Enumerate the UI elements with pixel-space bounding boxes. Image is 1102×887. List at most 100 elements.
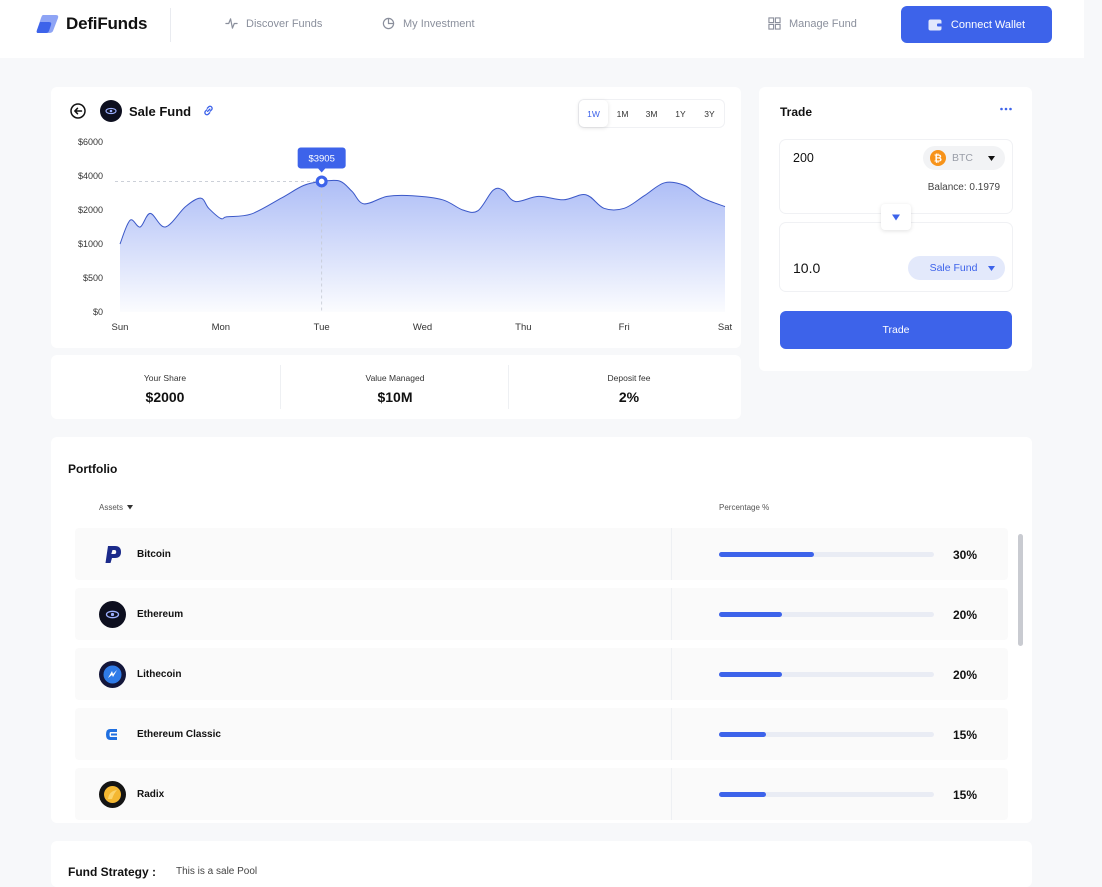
fund-strategy-card: Fund Strategy : This is a sale Pool bbox=[51, 841, 1032, 887]
arrow-down-icon bbox=[892, 214, 900, 220]
y-tick-label: $6000 bbox=[78, 137, 103, 147]
percent-bar bbox=[719, 552, 934, 557]
asset-row-radix[interactable]: Radix 15% bbox=[75, 768, 1008, 820]
connect-wallet-button[interactable]: Connect Wallet bbox=[901, 6, 1052, 43]
asset-percent: 20% bbox=[953, 608, 978, 622]
asset-row-lithecoin[interactable]: Lithecoin 20% bbox=[75, 648, 1008, 700]
asset-percent: 30% bbox=[953, 548, 978, 562]
x-tick-label: Tue bbox=[314, 322, 330, 333]
row-divider bbox=[671, 768, 672, 820]
grid-icon bbox=[768, 17, 781, 30]
price-chart[interactable]: $0 $500 $1000 $2000 $4000 $6000 Sun Mon Tue Wed Th… bbox=[51, 87, 741, 348]
row-divider bbox=[671, 708, 672, 760]
y-tick-label: $500 bbox=[83, 273, 103, 283]
x-tick-label: Sun bbox=[112, 322, 129, 333]
row-divider bbox=[671, 528, 672, 580]
stat-label: Deposit fee bbox=[607, 373, 651, 383]
svg-text:₿: ₿ bbox=[934, 153, 942, 165]
caret-down-icon bbox=[988, 266, 995, 271]
bitcoin-p-icon bbox=[105, 546, 121, 563]
y-tick-label: $4000 bbox=[78, 171, 103, 181]
x-tick-label: Sat bbox=[718, 322, 733, 333]
more-dots-icon[interactable] bbox=[999, 105, 1013, 113]
pie-chart-icon bbox=[382, 17, 395, 30]
percent-bar bbox=[719, 672, 934, 677]
nav-divider bbox=[170, 8, 171, 42]
fund-stats: Your Share $2000 Value Managed $10M Depo… bbox=[51, 355, 741, 419]
stat-value-managed: Value Managed $10M bbox=[281, 355, 509, 419]
lithecoin-icon bbox=[99, 661, 126, 688]
stat-label: Value Managed bbox=[365, 373, 425, 383]
nav-my-investment[interactable]: My Investment bbox=[382, 17, 475, 30]
portfolio-title: Portfolio bbox=[68, 462, 118, 476]
ethereum-icon bbox=[99, 601, 126, 628]
tooltip-label: $3905 bbox=[308, 153, 334, 164]
asset-row-bitcoin[interactable]: Bitcoin 30% bbox=[75, 528, 1008, 580]
stat-value: $2000 bbox=[145, 389, 185, 405]
x-tick-label: Fri bbox=[619, 322, 630, 333]
assets-column-header[interactable]: Assets bbox=[99, 503, 134, 512]
assets-column-label: Assets bbox=[99, 503, 124, 512]
asset-row-ethereum-classic[interactable]: Ethereum Classic 15% bbox=[75, 708, 1008, 760]
asset-name: Ethereum bbox=[137, 609, 184, 620]
portfolio-scrollbar[interactable] bbox=[1018, 534, 1023, 646]
activity-icon bbox=[225, 18, 238, 29]
stat-value: 2% bbox=[618, 389, 640, 405]
nav-link-label: My Investment bbox=[403, 17, 475, 30]
y-tick-label: $1000 bbox=[78, 239, 103, 249]
tooltip-arrow bbox=[317, 167, 326, 173]
nav-discover-funds[interactable]: Discover Funds bbox=[225, 17, 322, 30]
wallet-icon bbox=[928, 19, 942, 30]
strategy-text: This is a sale Pool bbox=[176, 866, 258, 877]
caret-down-icon bbox=[988, 155, 995, 161]
radix-icon bbox=[99, 781, 126, 808]
to-amount-input[interactable] bbox=[793, 260, 893, 276]
nav-manage-fund[interactable]: Manage Fund bbox=[768, 17, 857, 30]
asset-name: Radix bbox=[137, 789, 165, 800]
stat-your-share: Your Share $2000 bbox=[51, 355, 279, 419]
highlight-point-inner bbox=[318, 178, 325, 185]
from-token-label: BTC bbox=[952, 152, 973, 164]
from-amount-input[interactable] bbox=[793, 151, 893, 165]
sort-caret-icon bbox=[127, 505, 134, 510]
chart-card: Sale Fund 1W 1M 3M 1Y 3Y $0 $500 $1000 $200… bbox=[51, 87, 741, 348]
percent-bar-fill bbox=[719, 792, 767, 797]
nav-link-label: Manage Fund bbox=[789, 17, 857, 30]
percent-bar-fill bbox=[719, 552, 814, 557]
bitcoin-icon: ₿ bbox=[930, 150, 946, 166]
asset-percent: 20% bbox=[953, 668, 978, 682]
top-nav: DefiFunds Discover Funds My Investment M… bbox=[0, 0, 1084, 58]
trade-to-box: Sale Fund bbox=[780, 223, 1012, 291]
strategy-label: Fund Strategy : bbox=[68, 865, 157, 879]
chart-area-fill bbox=[120, 180, 725, 312]
portfolio-card: Portfolio Assets Percentage % Bitcoin 30… bbox=[51, 437, 1032, 823]
stat-divider bbox=[508, 365, 509, 409]
trade-card: Trade ₿ BTC Balance: 0.1979 Sale Fund Tr… bbox=[759, 87, 1032, 371]
percent-bar bbox=[719, 612, 934, 617]
asset-percent: 15% bbox=[953, 728, 978, 742]
asset-name: Bitcoin bbox=[137, 549, 171, 560]
from-token-select[interactable]: ₿ BTC bbox=[923, 146, 1005, 170]
percent-bar-fill bbox=[719, 732, 767, 737]
asset-row-ethereum[interactable]: Ethereum 20% bbox=[75, 588, 1008, 640]
percent-bar bbox=[719, 792, 934, 797]
brand-name: DefiFunds bbox=[66, 14, 148, 33]
percent-bar bbox=[719, 732, 934, 737]
to-token-select[interactable]: Sale Fund bbox=[908, 256, 1005, 280]
percentage-column-header: Percentage % bbox=[719, 503, 769, 512]
asset-name: Lithecoin bbox=[137, 669, 182, 680]
swap-direction-button[interactable] bbox=[881, 204, 911, 230]
asset-percent: 15% bbox=[953, 788, 978, 802]
stat-deposit-fee: Deposit fee 2% bbox=[515, 355, 743, 419]
defifunds-logo-icon bbox=[36, 15, 59, 33]
y-tick-label: $2000 bbox=[78, 205, 103, 215]
logo[interactable]: DefiFunds bbox=[36, 14, 148, 34]
percentage-column-label: Percentage % bbox=[719, 503, 770, 512]
to-token-label: Sale Fund bbox=[929, 262, 978, 274]
x-tick-label: Thu bbox=[515, 322, 531, 333]
row-divider bbox=[671, 648, 672, 700]
percent-bar-fill bbox=[719, 672, 783, 677]
ethereum-classic-icon bbox=[106, 729, 117, 740]
stat-value: $10M bbox=[377, 389, 413, 405]
trade-button[interactable]: Trade bbox=[780, 311, 1012, 349]
